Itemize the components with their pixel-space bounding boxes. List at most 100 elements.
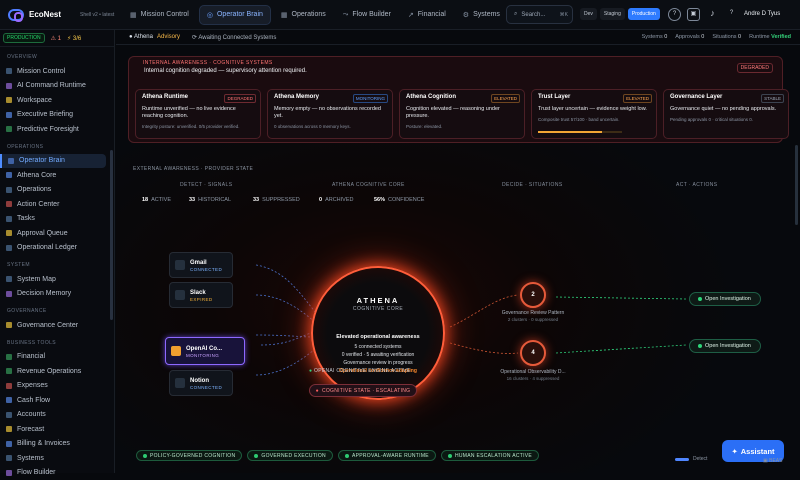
sidebar-item-systems[interactable]: Systems — [0, 451, 114, 466]
sidebar-section-system: SYSTEM — [0, 255, 114, 272]
shell-version: Shell v2 • latest — [80, 12, 123, 18]
chart-icon: ↗ — [408, 11, 414, 19]
bell-icon[interactable]: ♪ — [706, 8, 719, 21]
sidebar-item-operations[interactable]: Operations — [0, 183, 114, 198]
memory-icon — [6, 291, 12, 297]
env-dev[interactable]: Dev — [580, 8, 597, 20]
env-switcher: Dev Staging Production — [580, 8, 660, 20]
layout-icon[interactable]: ▣ — [687, 8, 700, 21]
user-icon[interactable]: ? — [725, 8, 738, 21]
bank-icon — [6, 412, 12, 418]
grid-icon — [6, 68, 12, 74]
approvals-status[interactable]: Approvals 0 — [675, 34, 704, 40]
breadcrumb-athena: ● Athena — [129, 34, 153, 40]
sidebar-item-revenue-operations[interactable]: Revenue Operations — [0, 364, 114, 379]
nav-systems[interactable]: ⚙Systems — [456, 5, 507, 25]
sidebar-item-accounts[interactable]: Accounts — [0, 408, 114, 423]
pill-policy-governed: POLICY-GOVERNED COGNITION — [136, 450, 242, 461]
env-badge: PRODUCTION — [3, 33, 45, 43]
breadcrumb: ● Athena Advisory ⟳ Awaiting Connected S… — [116, 30, 800, 45]
systems-status[interactable]: Systems 0 — [642, 34, 668, 40]
operator-brain-canvas: INTERNAL AWARENESS · COGNITIVE SYSTEMS I… — [116, 45, 800, 473]
env-production[interactable]: Production — [628, 8, 660, 20]
grid-icon — [6, 187, 12, 193]
brain-icon — [8, 158, 14, 164]
sidebar-item-athena-core[interactable]: Athena Core — [0, 168, 114, 183]
cognitive-state-badge[interactable]: ●COGNITIVE STATE · ESCALATING — [309, 384, 417, 397]
nav-operations[interactable]: ▦Operations — [274, 5, 333, 25]
mode-badge: Advisory — [157, 34, 180, 40]
sidebar-section-operations: OPERATIONS — [0, 137, 114, 154]
sidebar-item-billing-invoices[interactable]: Billing & Invoices — [0, 437, 114, 452]
sidebar-status: PRODUCTION ⚠ 1 ⚡ 3/6 — [0, 30, 114, 47]
sidebar-item-mission-control[interactable]: Mission Control — [0, 64, 114, 79]
app-logo[interactable]: EcoNest — [0, 9, 80, 21]
brain-icon: ◎ — [207, 11, 213, 19]
main-scrollbar[interactable] — [795, 145, 798, 225]
search-input[interactable]: ⌕Search...⌘K — [506, 5, 573, 24]
sidebar-item-approval-queue[interactable]: Approval Queue — [0, 226, 114, 241]
nav-mission-control[interactable]: ▦Mission Control — [123, 5, 196, 25]
sidebar-item-executive-briefing[interactable]: Executive Briefing — [0, 108, 114, 123]
sidebar-item-cash-flow[interactable]: Cash Flow — [0, 393, 114, 408]
slack-icon — [175, 290, 185, 300]
sidebar-item-ai-command-runtime[interactable]: AI Command Runtime — [0, 79, 114, 94]
sidebar-item-workspace[interactable]: Workspace — [0, 93, 114, 108]
grid-icon: ▦ — [130, 11, 137, 19]
flow-icon: ⤳ — [343, 11, 349, 19]
situation-node-2[interactable]: 4 — [520, 340, 546, 366]
user-name[interactable]: Andre D Tyus — [744, 11, 780, 17]
sidebar-item-financial[interactable]: Financial — [0, 350, 114, 365]
sidebar-item-tasks[interactable]: Tasks — [0, 212, 114, 227]
status-dot-icon — [698, 297, 702, 301]
revenue-icon — [6, 368, 12, 374]
open-investigation-button-1[interactable]: Open Investigation — [689, 292, 761, 306]
status-dot-icon — [254, 454, 258, 458]
status-dot-icon — [698, 344, 702, 348]
dollar-icon — [6, 354, 12, 360]
nav-flow-builder[interactable]: ⤳Flow Builder — [336, 5, 398, 25]
flow-icon — [6, 397, 12, 403]
legend: Detect — [675, 456, 707, 462]
open-investigation-button-2[interactable]: Open Investigation — [689, 339, 761, 353]
situation-detail: 2 clusters · 0 suppressed — [488, 317, 578, 322]
runtime-verified[interactable]: Runtime Verified — [749, 34, 791, 40]
nav-operator-brain[interactable]: ◎Operator Brain — [199, 5, 271, 25]
sidebar-item-decision-memory[interactable]: Decision Memory — [0, 287, 114, 302]
env-staging[interactable]: Staging — [600, 8, 625, 20]
alert-count[interactable]: ⚠ 1 — [51, 35, 61, 42]
sidebar-item-governance-center[interactable]: Governance Center — [0, 318, 114, 333]
status-dot-icon — [448, 454, 452, 458]
sidebar-item-system-map[interactable]: System Map — [0, 272, 114, 287]
sidebar-item-operator-brain[interactable]: Operator Brain — [0, 154, 106, 169]
governance-pills: POLICY-GOVERNED COGNITION GOVERNED EXECU… — [136, 450, 539, 461]
sidebar-scrollbar[interactable] — [110, 150, 113, 320]
doc-icon — [6, 112, 12, 118]
help-icon[interactable]: ? — [668, 8, 681, 21]
situation-node-1[interactable]: 2 — [520, 282, 546, 308]
provider-gmail[interactable]: GmailCONNECTED — [169, 252, 233, 278]
provider-slack[interactable]: SlackEXPIRED — [169, 282, 233, 308]
ratio-count[interactable]: ⚡ 3/6 — [67, 35, 81, 42]
shield-icon — [6, 322, 12, 328]
grid-icon: ▦ — [281, 11, 288, 19]
situations-status[interactable]: Situations 0 — [712, 34, 741, 40]
pill-approval-aware: APPROVAL-AWARE RUNTIME — [338, 450, 436, 461]
top-bar: EcoNest Shell v2 • latest ▦Mission Contr… — [0, 0, 800, 30]
sidebar-item-forecast[interactable]: Forecast — [0, 422, 114, 437]
sidebar-item-expenses[interactable]: Expenses — [0, 379, 114, 394]
beas-label: ▣ BEAS — [763, 458, 782, 464]
map-icon — [6, 276, 12, 282]
status-dot-icon — [345, 454, 349, 458]
core-subtitle: COGNITIVE CORE — [313, 306, 443, 312]
provider-openai[interactable]: OpenAI Co...MONITORING — [165, 337, 245, 365]
nav-financial[interactable]: ↗Financial — [401, 5, 453, 25]
provider-notion[interactable]: NotionCONNECTED — [169, 370, 233, 396]
sidebar-item-operational-ledger[interactable]: Operational Ledger — [0, 241, 114, 256]
status-dot-icon: ● — [309, 368, 312, 374]
sidebar-item-predictive-foresight[interactable]: Predictive Foresight — [0, 122, 114, 137]
sidebar-item-action-center[interactable]: Action Center — [0, 197, 114, 212]
core-line: 0 verified · 5 awaiting verification — [313, 352, 443, 358]
status-dot-icon — [143, 454, 147, 458]
athena-cognitive-core[interactable]: ATHENA COGNITIVE CORE Elevated operation… — [311, 266, 445, 400]
